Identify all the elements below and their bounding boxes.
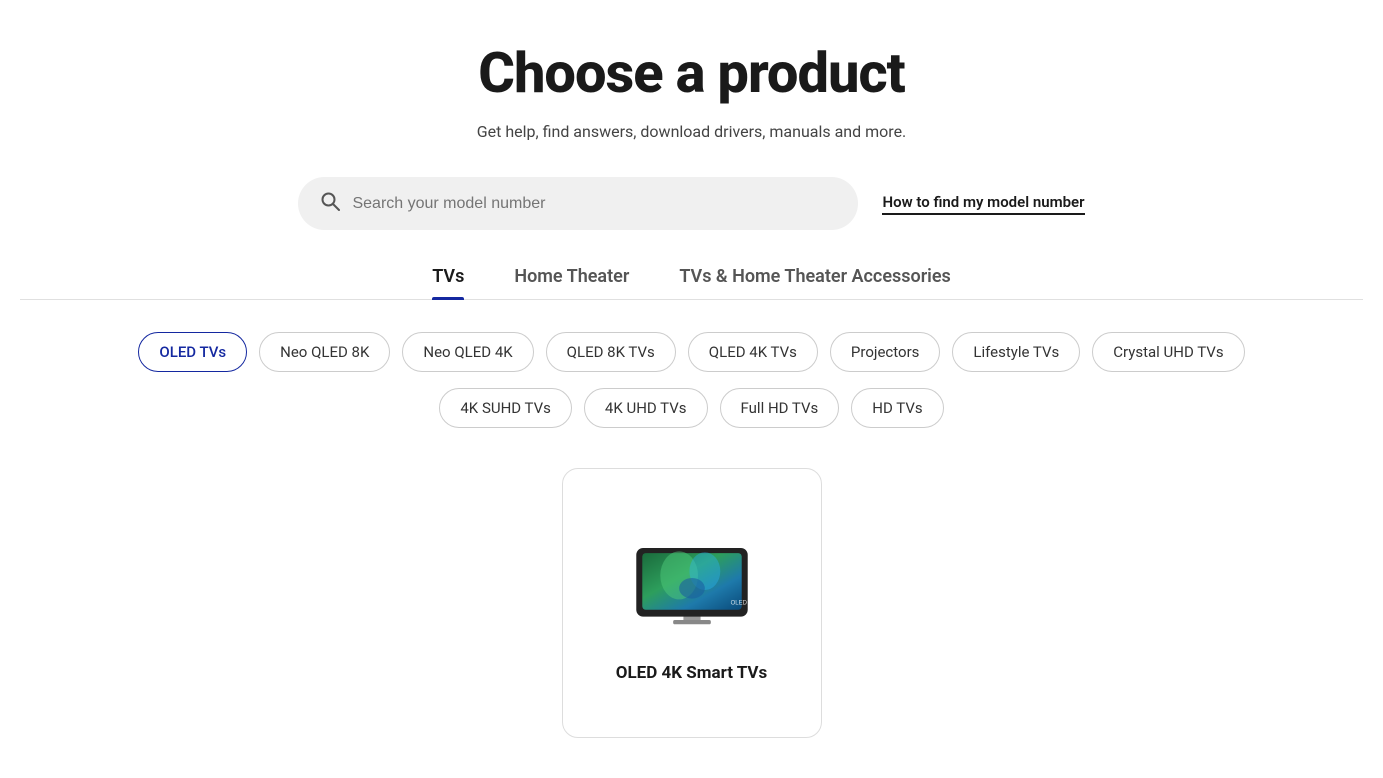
chip-lifestyle-tvs[interactable]: Lifestyle TVs — [952, 332, 1080, 372]
search-row: How to find my model number — [242, 177, 1142, 230]
chip-projectors[interactable]: Projectors — [830, 332, 941, 372]
svg-text:OLED: OLED — [730, 601, 747, 607]
tab-tvs[interactable]: TVs — [432, 266, 464, 299]
product-card-oled[interactable]: OLED OLED 4K Smart TVs — [562, 468, 822, 738]
search-input[interactable] — [352, 195, 836, 213]
page-subtitle: Get help, find answers, download drivers… — [477, 122, 907, 141]
find-model-link[interactable]: How to find my model number — [882, 193, 1084, 215]
chip-neo-qled-8k[interactable]: Neo QLED 8K — [259, 332, 390, 372]
tab-accessories[interactable]: TVs & Home Theater Accessories — [679, 266, 950, 299]
chip-oled-tvs[interactable]: OLED TVs — [138, 332, 247, 372]
page-title: Choose a product — [478, 40, 904, 106]
chip-hd-tvs[interactable]: HD TVs — [851, 388, 943, 428]
chip-qled-4k-tvs[interactable]: QLED 4K TVs — [688, 332, 818, 372]
search-bar[interactable] — [298, 177, 858, 230]
chip-qled-8k-tvs[interactable]: QLED 8K TVs — [546, 332, 676, 372]
chip-neo-qled-4k[interactable]: Neo QLED 4K — [402, 332, 533, 372]
filter-chips-row2: 4K SUHD TVs 4K UHD TVs Full HD TVs HD TV… — [439, 388, 943, 428]
chip-4k-uhd-tvs[interactable]: 4K UHD TVs — [584, 388, 708, 428]
product-tv-image: OLED — [632, 539, 752, 629]
product-image-area: OLED — [627, 529, 757, 639]
chip-full-hd-tvs[interactable]: Full HD TVs — [720, 388, 840, 428]
tabs-row: TVs Home Theater TVs & Home Theater Acce… — [20, 266, 1363, 300]
search-icon — [320, 191, 340, 216]
product-card-label: OLED 4K Smart TVs — [616, 663, 768, 683]
filter-chips-row1: OLED TVs Neo QLED 8K Neo QLED 4K QLED 8K… — [138, 332, 1244, 372]
chip-crystal-uhd-tvs[interactable]: Crystal UHD TVs — [1092, 332, 1244, 372]
page-container: Choose a product Get help, find answers,… — [0, 0, 1383, 778]
tab-home-theater[interactable]: Home Theater — [514, 266, 629, 299]
chip-4k-suhd-tvs[interactable]: 4K SUHD TVs — [439, 388, 572, 428]
